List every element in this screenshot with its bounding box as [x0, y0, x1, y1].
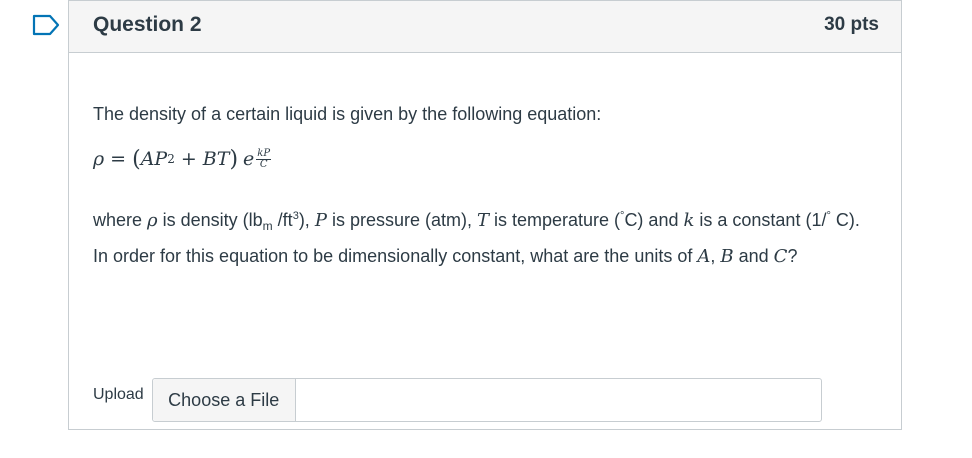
desc-text: is a constant (1/	[694, 210, 827, 230]
selected-file-name	[296, 379, 821, 421]
desc-text: is temperature (	[488, 210, 621, 230]
eq-B: B	[202, 148, 217, 170]
desc-k: k	[683, 210, 695, 231]
file-upload-field[interactable]: Choose a File	[151, 378, 822, 422]
eq-equals: =	[110, 148, 127, 170]
eq-exp-denominator: C	[259, 158, 268, 170]
desc-text: where	[93, 210, 148, 230]
eq-open-paren: (	[132, 146, 141, 172]
density-equation: ρ = ( A P 2 + B T ) e kP C	[93, 139, 272, 179]
bookmark-flag-icon[interactable]	[32, 14, 60, 36]
question-card: Question 2 30 pts The density of a certa…	[68, 0, 902, 430]
eq-T: T	[216, 148, 230, 170]
eq-P: P	[154, 148, 168, 170]
desc-C: C	[773, 246, 788, 267]
question-intro: The density of a certain liquid is given…	[93, 104, 602, 124]
eq-plus: +	[180, 148, 197, 170]
question-points: 30 pts	[824, 13, 879, 35]
desc-text: ),	[298, 210, 315, 230]
desc-B: B	[720, 246, 734, 267]
desc-text: is pressure (atm),	[326, 210, 477, 230]
eq-close-paren: )	[229, 146, 239, 172]
desc-text: C) and	[624, 210, 684, 230]
question-description: where ρ is density (lbm /ft3), P is pres…	[93, 201, 873, 272]
choose-file-button[interactable]: Choose a File	[152, 379, 296, 421]
question-title: Question 2	[93, 12, 202, 36]
desc-T: T	[476, 210, 489, 231]
eq-A: A	[140, 148, 155, 170]
upload-label: Upload	[93, 386, 144, 403]
eq-exp-numerator: kP	[256, 147, 272, 160]
eq-exponent-fraction: kP C	[256, 147, 272, 170]
eq-e: e	[243, 148, 255, 170]
desc-text: ?	[787, 246, 798, 266]
upload-row: Upload Choose a File	[93, 378, 822, 422]
desc-sub-m: m	[262, 219, 273, 233]
desc-text: /ft	[272, 210, 293, 230]
desc-A: A	[697, 246, 711, 267]
desc-text: is density (lb	[157, 210, 263, 230]
desc-text: and	[733, 246, 774, 266]
desc-text: ,	[710, 246, 721, 266]
eq-P-exponent: 2	[167, 152, 175, 166]
desc-P: P	[314, 210, 327, 231]
eq-rho: ρ	[93, 148, 105, 170]
question-header: Question 2 30 pts	[69, 1, 901, 53]
desc-rho: ρ	[147, 210, 158, 231]
